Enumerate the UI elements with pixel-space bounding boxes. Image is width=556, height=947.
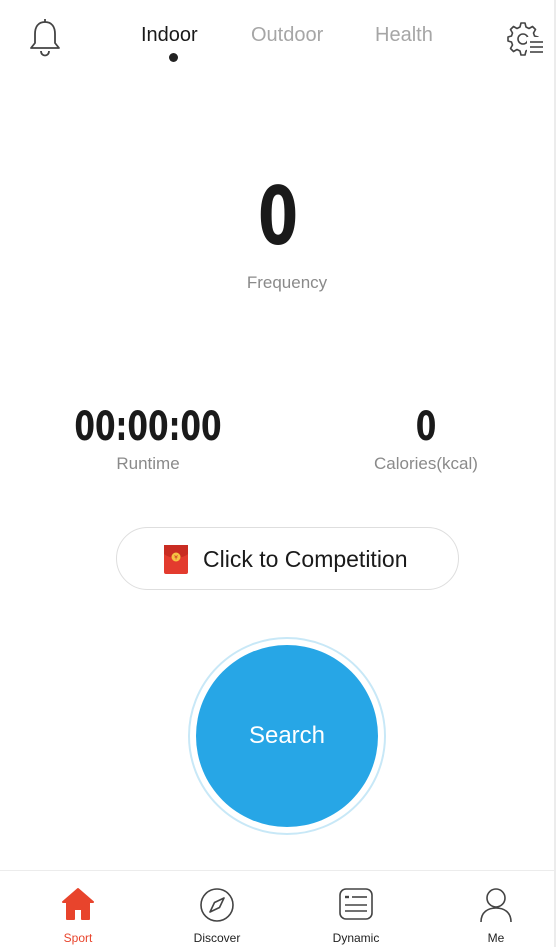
- runtime-value: 00:00:00: [74, 404, 222, 450]
- nav-item-me[interactable]: Me: [436, 871, 556, 947]
- frequency-label: Frequency: [246, 273, 328, 292]
- nav-item-dynamic[interactable]: Dynamic: [296, 871, 416, 947]
- top-bar: Indoor Outdoor Health: [0, 0, 556, 70]
- svg-text:¥: ¥: [174, 555, 178, 562]
- calories-label: Calories(kcal): [374, 454, 478, 473]
- nav-label-me: Me: [487, 931, 505, 945]
- search-button[interactable]: Search: [196, 645, 378, 827]
- competition-button[interactable]: ¥ Click to Competition: [116, 527, 459, 590]
- tab-indoor[interactable]: Indoor: [141, 20, 198, 50]
- tab-health[interactable]: Health: [375, 20, 433, 50]
- runtime-label: Runtime: [116, 454, 180, 473]
- nav-label-sport: Sport: [63, 931, 93, 945]
- calories-value: 0: [415, 404, 437, 450]
- frequency-value: 0: [257, 170, 299, 263]
- gear-list-icon[interactable]: [506, 20, 544, 56]
- tab-outdoor[interactable]: Outdoor: [251, 20, 323, 50]
- compass-icon: [200, 888, 234, 922]
- nav-item-sport[interactable]: Sport: [18, 871, 138, 947]
- red-envelope-icon: ¥: [164, 545, 188, 574]
- bottom-nav: Sport Discover Dynamic Me: [0, 870, 556, 947]
- nav-label-dynamic: Dynamic: [332, 931, 380, 945]
- feed-icon: [339, 888, 373, 920]
- home-icon: [62, 888, 94, 920]
- active-tab-indicator: [169, 53, 178, 62]
- nav-item-discover[interactable]: Discover: [157, 871, 277, 947]
- competition-label: Click to Competition: [203, 546, 408, 572]
- user-icon: [480, 888, 512, 923]
- tab-bar: Indoor Outdoor Health: [0, 20, 556, 70]
- app-screen: Indoor Outdoor Health 0 Frequency 00:00:…: [0, 0, 556, 947]
- nav-label-discover: Discover: [193, 931, 241, 945]
